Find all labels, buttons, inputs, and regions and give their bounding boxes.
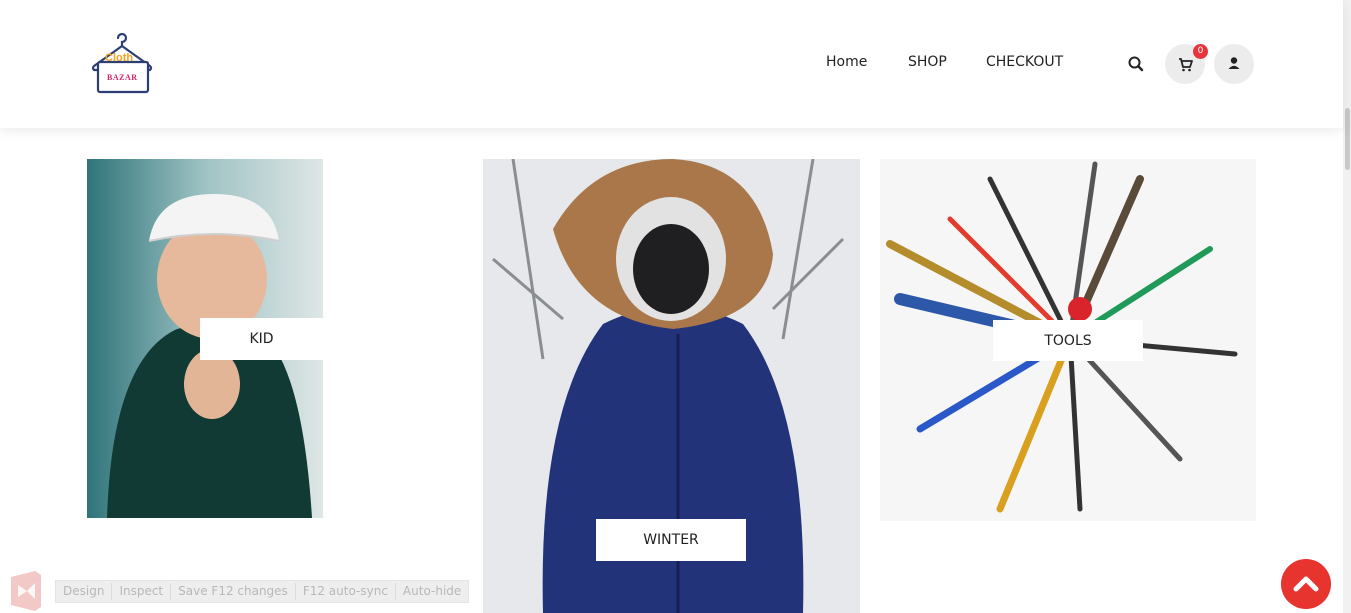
category-kid-label[interactable]: KID (200, 318, 323, 360)
user-icon (1228, 57, 1240, 69)
search-button[interactable] (1126, 54, 1146, 74)
browser-link-toolbar: Design Inspect Save F12 changes F12 auto… (55, 580, 470, 603)
nav-checkout-link[interactable]: CHECKOUT (986, 54, 1063, 70)
cart-count-badge: 0 (1193, 44, 1208, 59)
brand-logo[interactable]: Cloth BAZAR (88, 32, 156, 96)
site-header: Cloth BAZAR Home SHOP CHECKOUT 0 (0, 0, 1343, 128)
search-icon (1128, 56, 1144, 72)
devbar-save-changes[interactable]: Save F12 changes (171, 583, 296, 600)
logo-text-top: Cloth (105, 52, 134, 64)
chevron-up-icon (1293, 576, 1319, 592)
scroll-to-top-button[interactable] (1281, 559, 1331, 609)
account-button[interactable] (1214, 44, 1254, 84)
devbar-design[interactable]: Design (56, 583, 113, 600)
vs-logo-icon (11, 571, 41, 611)
devbar-inspect[interactable]: Inspect (112, 583, 172, 600)
visual-studio-icon[interactable] (9, 571, 43, 611)
logo-text-bottom: BAZAR (107, 73, 138, 82)
hanger-icon (91, 32, 153, 94)
category-winter-label[interactable]: WINTER (596, 519, 746, 561)
category-tools-label[interactable]: TOOLS (993, 320, 1143, 361)
nav-shop-link[interactable]: SHOP (908, 54, 947, 70)
page-scrollbar[interactable] (1343, 0, 1351, 613)
scrollbar-thumb[interactable] (1345, 108, 1350, 170)
devbar-auto-sync[interactable]: F12 auto-sync (296, 583, 396, 600)
devbar-auto-hide[interactable]: Auto-hide (396, 583, 468, 600)
nav-home-link[interactable]: Home (826, 54, 867, 70)
